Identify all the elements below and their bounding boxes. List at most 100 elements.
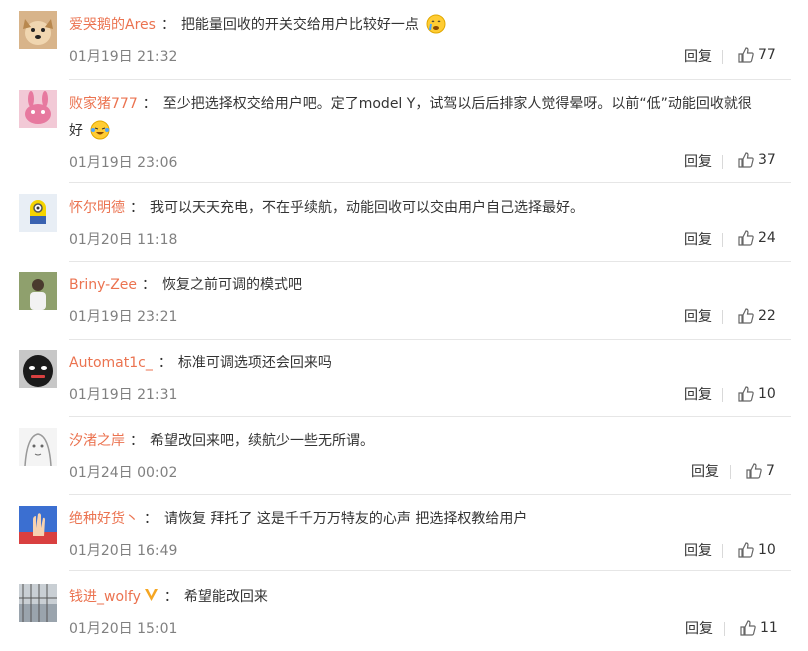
like-count: 10 — [758, 542, 776, 558]
thumbs-up-icon — [738, 386, 754, 402]
thumbs-up-icon — [738, 47, 754, 63]
like-count: 11 — [760, 620, 778, 636]
avatar[interactable] — [19, 194, 57, 232]
separator — [722, 388, 723, 402]
comment-item: 爱哭鹅的Ares：把能量回收的开关交给用户比较好一点 01月19日 21:32 … — [0, 0, 808, 82]
colon: ： — [160, 17, 175, 33]
reply-button[interactable]: 回复 — [684, 306, 712, 326]
username-link[interactable]: 爱哭鹅的Ares — [69, 17, 156, 33]
separator — [722, 310, 723, 324]
comment-body: 汐渚之岸 ： 希望改回来吧，续航少一些无所谓。 — [69, 429, 789, 453]
reply-button[interactable]: 回复 — [684, 384, 712, 404]
avatar[interactable] — [19, 350, 57, 388]
separator — [722, 50, 723, 64]
like-count: 22 — [758, 308, 776, 324]
reply-button[interactable]: 回复 — [684, 151, 712, 171]
username-link[interactable]: 绝种好货丶 — [69, 511, 139, 527]
comment-item: 败家猪777： 至少把选择权交给用户吧。定了model Y，试驾以后后排家人觉得晕… — [0, 80, 808, 184]
verified-v-icon — [144, 589, 158, 601]
comment-body: 怀尔明德 ： 我可以天天充电，不在乎续航，动能回收可以交由用户自己选择最好。 — [69, 196, 789, 220]
username-link[interactable]: 汐渚之岸 — [69, 433, 125, 449]
like-button[interactable]: 10 — [738, 386, 776, 402]
username-link[interactable]: Briny-Zee — [69, 277, 137, 293]
like-count: 77 — [758, 47, 776, 63]
comment-time: 01月19日 21:31 — [69, 387, 178, 403]
reply-button[interactable]: 回复 — [691, 461, 719, 481]
separator — [722, 233, 723, 247]
comment-item: 钱进_wolfy ： 希望能改回来 01月20日 15:01 回复 11 — [0, 574, 808, 651]
comment-text: 恢复之前可调的模式吧 — [162, 277, 303, 293]
reply-button[interactable]: 回复 — [684, 46, 712, 66]
colon: ： — [142, 277, 157, 293]
username-link[interactable]: 败家猪777 — [69, 96, 138, 112]
colon: ： — [157, 355, 172, 371]
comment-time: 01月20日 11:18 — [69, 232, 178, 248]
like-button[interactable]: 37 — [738, 152, 776, 168]
like-count: 24 — [758, 230, 776, 246]
separator — [722, 155, 723, 169]
username-link[interactable]: 怀尔明德 — [69, 200, 125, 216]
username-link[interactable]: Automat1c_ — [69, 355, 153, 371]
reply-button[interactable]: 回复 — [684, 229, 712, 249]
divider — [69, 416, 791, 417]
comment-text: 请恢复 拜托了 这是千千万万特友的心声 把选择权教给用户 — [164, 511, 528, 527]
thumbs-up-icon — [738, 308, 754, 324]
comment-body: 钱进_wolfy ： 希望能改回来 — [69, 585, 789, 609]
separator — [730, 465, 731, 479]
thumbs-up-icon — [738, 542, 754, 558]
like-button[interactable]: 7 — [746, 463, 775, 479]
comment-time: 01月19日 23:21 — [69, 309, 178, 325]
laughing-crying-face-icon — [90, 120, 110, 140]
reply-button[interactable]: 回复 — [685, 618, 713, 638]
colon: ： — [142, 96, 157, 112]
colon: ： — [163, 589, 178, 605]
comment-item: 怀尔明德 ： 我可以天天充电，不在乎续航，动能回收可以交由用户自己选择最好。 01月… — [0, 184, 808, 262]
username-link[interactable]: 钱进_wolfy — [69, 589, 141, 605]
thumbs-up-icon — [738, 152, 754, 168]
like-button[interactable]: 11 — [740, 620, 778, 636]
comment-text: 至少把选择权交给用户吧。定了model Y，试驾以后后排家人觉得晕呀。以前“低”… — [162, 96, 752, 112]
comment-item: Briny-Zee ： 恢复之前可调的模式吧 01月19日 23:21 回复 22 — [0, 262, 808, 340]
comment-body: Automat1c_： 标准可调选项还会回来吗 — [69, 351, 789, 375]
divider — [69, 570, 791, 571]
reply-button[interactable]: 回复 — [684, 540, 712, 560]
avatar[interactable] — [19, 428, 57, 466]
divider — [69, 494, 791, 495]
separator — [724, 622, 725, 636]
like-count: 7 — [766, 463, 775, 479]
avatar[interactable] — [19, 90, 57, 128]
like-button[interactable]: 10 — [738, 542, 776, 558]
avatar[interactable] — [19, 272, 57, 310]
like-count: 37 — [758, 152, 776, 168]
comment-body: 绝种好货丶 ： 请恢复 拜托了 这是千千万万特友的心声 把选择权教给用户 — [69, 507, 789, 531]
colon: ： — [144, 511, 158, 527]
like-count: 10 — [758, 386, 776, 402]
comment-item: 绝种好货丶 ： 请恢复 拜托了 这是千千万万特友的心声 把选择权教给用户 01月20… — [0, 496, 808, 574]
comment-text: 我可以天天充电，不在乎续航，动能回收可以交由用户自己选择最好。 — [150, 200, 584, 216]
comment-time: 01月20日 16:49 — [69, 543, 178, 559]
separator — [722, 544, 723, 558]
comment-time: 01月20日 15:01 — [69, 621, 178, 637]
comment-time: 01月24日 00:02 — [69, 465, 178, 481]
comment-text-continued: 好 — [69, 123, 83, 139]
thumbs-up-icon — [746, 463, 762, 479]
like-button[interactable]: 77 — [738, 47, 776, 63]
divider — [69, 182, 791, 183]
avatar[interactable] — [19, 584, 57, 622]
like-button[interactable]: 22 — [738, 308, 776, 324]
thumbs-up-icon — [740, 620, 756, 636]
comment-text: 希望能改回来 — [183, 589, 268, 605]
comment-item: Automat1c_： 标准可调选项还会回来吗 01月19日 21:31 回复 1… — [0, 340, 808, 418]
comment-body: Briny-Zee ： 恢复之前可调的模式吧 — [69, 273, 789, 297]
crying-face-icon — [426, 14, 446, 34]
like-button[interactable]: 24 — [738, 230, 776, 246]
comment-text: 标准可调选项还会回来吗 — [177, 355, 332, 371]
comment-time: 01月19日 23:06 — [69, 155, 178, 171]
colon: ： — [130, 433, 144, 449]
thumbs-up-icon — [738, 230, 754, 246]
comment-body: 败家猪777： 至少把选择权交给用户吧。定了model Y，试驾以后后排家人觉得晕… — [69, 91, 789, 145]
comment-text: 把能量回收的开关交给用户比较好一点 — [180, 17, 419, 33]
avatar[interactable] — [19, 506, 57, 544]
comment-item: 汐渚之岸 ： 希望改回来吧，续航少一些无所谓。 01月24日 00:02 回复 7 — [0, 418, 808, 496]
avatar[interactable] — [19, 11, 57, 49]
